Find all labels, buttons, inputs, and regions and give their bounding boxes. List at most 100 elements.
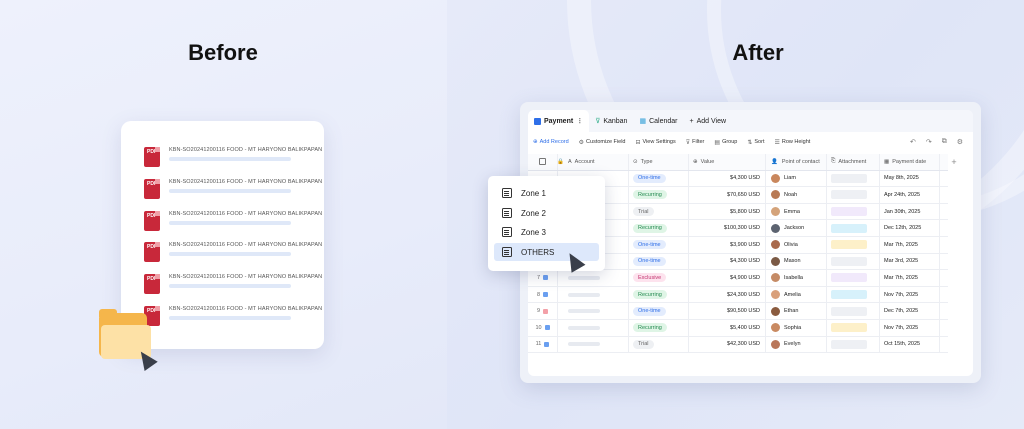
attachment-cell[interactable] — [827, 303, 880, 319]
type-cell[interactable]: Exclusive — [629, 270, 689, 286]
file-item[interactable]: PDF KBN-SO20241200116 FOOD - MT HARYONO … — [144, 306, 322, 330]
filter-button[interactable]: ⊽ Filter — [681, 139, 710, 146]
point-of-contact-cell[interactable]: Evelyn — [766, 336, 827, 353]
redo-icon[interactable]: ↷ — [926, 138, 932, 146]
attachment-cell[interactable] — [827, 220, 880, 236]
header-type[interactable]: ⊙ Type — [629, 154, 689, 170]
attachment-cell[interactable] — [827, 270, 880, 286]
payment-date-cell[interactable]: Apr 24th, 2025 — [880, 187, 940, 203]
type-cell[interactable]: Trial — [629, 203, 689, 220]
point-of-contact-cell[interactable]: Ethan — [766, 303, 827, 319]
account-cell[interactable] — [558, 270, 629, 286]
type-cell[interactable]: Trial — [629, 336, 689, 353]
select-all-cell[interactable] — [528, 154, 558, 170]
add-column-button[interactable]: + — [940, 154, 968, 170]
point-of-contact-cell[interactable]: Sophia — [766, 320, 827, 336]
value-cell[interactable]: $4,900 USD — [689, 270, 766, 286]
table-row[interactable]: 11 Trial $42,300 USD Evelyn Oct 15th, 2025 — [528, 336, 948, 354]
table-row[interactable]: 8 Recurring $24,300 USD Amelia Nov 7th, 2025 — [528, 286, 948, 304]
file-item[interactable]: PDF KBN-SO20241200116 FOOD - MT HARYONO … — [144, 274, 322, 298]
type-cell[interactable]: Recurring — [629, 286, 689, 303]
file-item[interactable]: PDF KBN-SO20241200116 FOOD - MT HARYONO … — [144, 179, 322, 203]
payment-date-cell[interactable]: Mar 7th, 2025 — [880, 270, 940, 286]
point-of-contact-cell[interactable]: Mason — [766, 253, 827, 270]
type-cell[interactable]: One-time — [629, 237, 689, 253]
point-of-contact-cell[interactable]: Amelia — [766, 286, 827, 303]
payment-date-cell[interactable]: Dec 7th, 2025 — [880, 303, 940, 319]
copy-icon[interactable]: ⧉ — [942, 138, 947, 146]
payment-date-cell[interactable]: May 8th, 2025 — [880, 170, 940, 187]
payment-date-cell[interactable]: Mar 3rd, 2025 — [880, 253, 940, 270]
type-cell[interactable]: One-time — [629, 253, 689, 270]
tab-payment[interactable]: Payment ⋮ — [528, 110, 590, 132]
value-cell[interactable]: $4,300 USD — [689, 170, 766, 187]
table-row[interactable]: 7 Exclusive $4,900 USD Isabella Mar 7th, 202… — [528, 270, 948, 287]
point-of-contact-cell[interactable]: Olivia — [766, 237, 827, 253]
value-cell[interactable]: $90,500 USD — [689, 303, 766, 319]
payment-date-cell[interactable]: Jan 30th, 2025 — [880, 203, 940, 220]
attachment-cell[interactable] — [827, 187, 880, 203]
point-of-contact-cell[interactable]: Noah — [766, 187, 827, 203]
dropdown-item-others[interactable]: OTHERS — [494, 243, 599, 261]
tab-kanban[interactable]: ⊽ Kanban — [589, 110, 633, 132]
type-cell[interactable]: One-time — [629, 303, 689, 319]
account-cell[interactable] — [558, 320, 629, 336]
table-row[interactable]: 10 Recurring $5,400 USD Sophia Nov 7th, 2025 — [528, 320, 948, 337]
payment-date-cell[interactable]: Dec 12th, 2025 — [880, 220, 940, 236]
view-settings-button[interactable]: ⊟ View Settings — [630, 139, 680, 146]
undo-icon[interactable]: ↶ — [910, 138, 916, 146]
attachment-cell[interactable] — [827, 336, 880, 353]
more-icon[interactable]: ⋮ — [576, 117, 583, 125]
value-cell[interactable]: $4,300 USD — [689, 253, 766, 270]
dropdown-item-zone-3[interactable]: Zone 3 — [494, 223, 599, 241]
file-item[interactable]: PDF KBN-SO20241200116 FOOD - MT HARYONO … — [144, 147, 322, 171]
group-button[interactable]: ▤ Group — [709, 139, 742, 146]
header-value[interactable]: ⊕ Value — [689, 154, 766, 170]
type-cell[interactable]: One-time — [629, 170, 689, 187]
value-cell[interactable]: $24,300 USD — [689, 286, 766, 303]
type-cell[interactable]: Recurring — [629, 220, 689, 236]
table-row[interactable]: 9 One-time $90,500 USD Ethan Dec 7th, 2025 — [528, 303, 948, 320]
type-cell[interactable]: Recurring — [629, 187, 689, 203]
add-record-button[interactable]: ⊕ Add Record — [528, 139, 574, 145]
attachment-cell[interactable] — [827, 170, 880, 187]
payment-date-cell[interactable]: Nov 7th, 2025 — [880, 320, 940, 336]
sort-button[interactable]: ⇅ Sort — [742, 139, 769, 146]
header-attachment[interactable]: ⎘ Attachment — [827, 154, 880, 170]
dropdown-item-zone-1[interactable]: Zone 1 — [494, 184, 599, 202]
value-cell[interactable]: $3,900 USD — [689, 237, 766, 253]
value-cell[interactable]: $70,650 USD — [689, 187, 766, 203]
select-all-checkbox[interactable] — [539, 158, 546, 166]
tab-calendar[interactable]: ▦ Calendar — [633, 110, 683, 132]
header-payment-date[interactable]: ▦ Payment date — [880, 154, 940, 170]
row-height-button[interactable]: ☰ Row Height — [769, 139, 815, 146]
dropdown-item-zone-2[interactable]: Zone 2 — [494, 204, 599, 222]
attachment-cell[interactable] — [827, 286, 880, 303]
attachment-cell[interactable] — [827, 237, 880, 253]
account-cell[interactable] — [558, 303, 629, 319]
customize-field-button[interactable]: ⚙ Customize Field — [574, 139, 631, 146]
add-view-button[interactable]: + Add View — [684, 110, 733, 132]
payment-date-cell[interactable]: Oct 15th, 2025 — [880, 336, 940, 353]
point-of-contact-cell[interactable]: Jackson — [766, 220, 827, 236]
attachment-cell[interactable] — [827, 253, 880, 270]
attachment-cell[interactable] — [827, 203, 880, 220]
attachment-cell[interactable] — [827, 320, 880, 336]
point-of-contact-cell[interactable]: Liam — [766, 170, 827, 187]
type-cell[interactable]: Recurring — [629, 320, 689, 336]
file-item[interactable]: PDF KBN-SO20241200116 FOOD - MT HARYONO … — [144, 211, 322, 235]
payment-date-cell[interactable]: Nov 7th, 2025 — [880, 286, 940, 303]
payment-date-cell[interactable]: Mar 7th, 2025 — [880, 237, 940, 253]
header-account[interactable]: 🔒 A Account — [557, 154, 629, 170]
settings-icon[interactable]: ⚙ — [957, 138, 963, 146]
value-cell[interactable]: $5,400 USD — [689, 320, 766, 336]
point-of-contact-cell[interactable]: Isabella — [766, 270, 827, 286]
value-cell[interactable]: $42,300 USD — [689, 336, 766, 353]
file-item[interactable]: PDF KBN-SO20241200116 FOOD - MT HARYONO … — [144, 242, 322, 266]
account-cell[interactable] — [558, 286, 629, 303]
account-cell[interactable] — [558, 336, 629, 353]
value-cell[interactable]: $5,800 USD — [689, 203, 766, 220]
value-cell[interactable]: $100,300 USD — [689, 220, 766, 236]
header-point-of-contact[interactable]: 👤 Point of contact — [766, 154, 827, 170]
point-of-contact-cell[interactable]: Emma — [766, 203, 827, 220]
